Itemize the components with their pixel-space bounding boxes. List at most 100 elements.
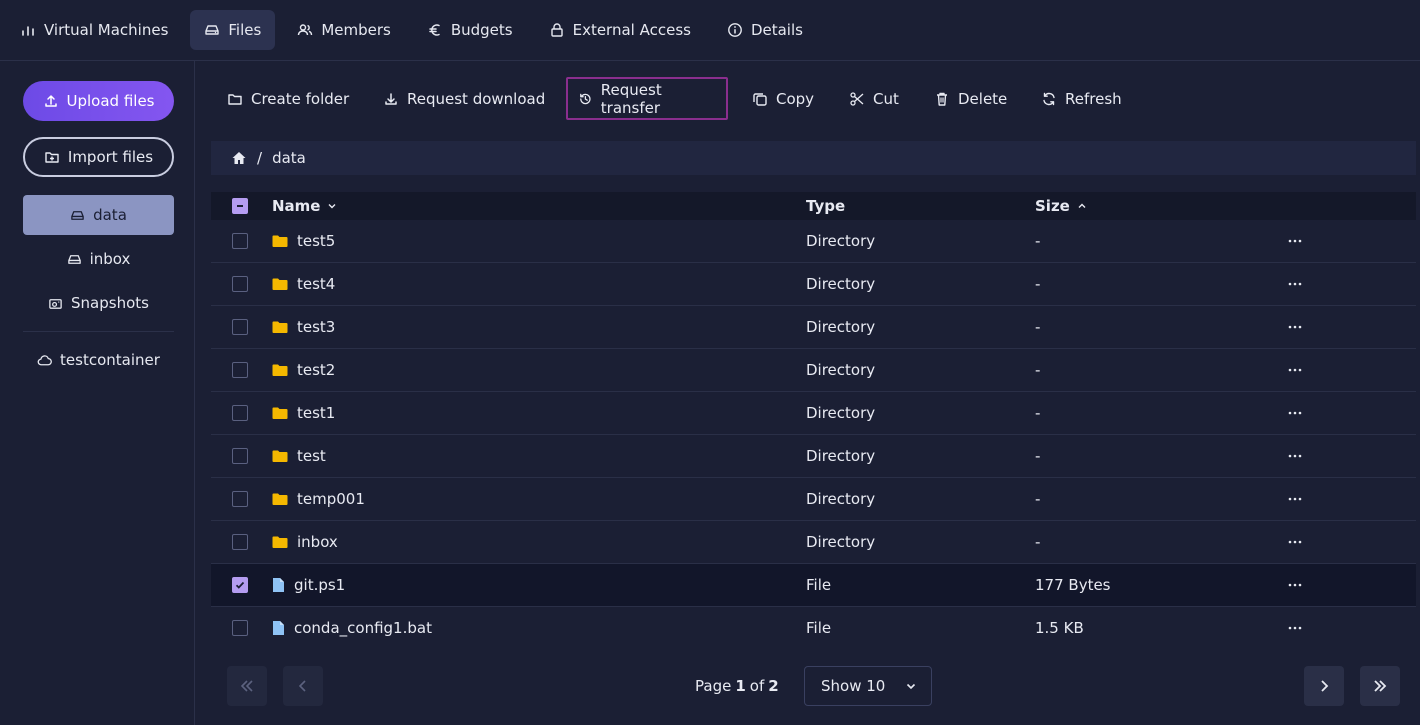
breadcrumb: / data [211,141,1416,175]
row-checkbox[interactable] [232,405,248,421]
row-checkbox[interactable] [232,276,248,292]
import-files-label: Import files [67,148,154,166]
row-name-cell[interactable]: test2 [272,349,335,391]
tab-details[interactable]: Details [713,10,817,50]
page-indicator: Page 1 of 2 [695,666,779,706]
table-row[interactable]: git.ps1 File 177 Bytes [211,564,1416,607]
row-size-cell: - [1035,478,1040,520]
select-all-checkbox[interactable] [232,198,248,214]
chevron-left-icon [298,680,306,692]
sidebar-item-data[interactable]: data [23,195,174,235]
tab-budgets[interactable]: Budgets [413,10,527,50]
row-checkbox[interactable] [232,534,248,550]
row-size: - [1035,361,1041,379]
row-more-button[interactable] [1287,349,1303,391]
drive-icon [71,210,84,220]
table-row[interactable]: conda_config1.bat File 1.5 KB [211,607,1416,650]
next-page-button[interactable] [1304,666,1344,706]
tab-external-access[interactable]: External Access [535,10,705,50]
table-row[interactable]: temp001 Directory - [211,478,1416,521]
row-name: test [297,447,326,465]
row-name-cell[interactable]: git.ps1 [272,564,345,606]
copy-label: Copy [776,89,815,108]
delete-button[interactable]: Delete [924,77,1017,120]
page-size-select[interactable]: Show 10 [804,666,932,706]
row-name-cell[interactable]: test4 [272,263,335,305]
row-more-button[interactable] [1287,263,1303,305]
tab-files[interactable]: Files [190,10,276,50]
table-row[interactable]: inbox Directory - [211,521,1416,564]
column-header-name[interactable]: Name [272,192,338,220]
request-download-button[interactable]: Request download [373,77,555,120]
sidebar: Upload files Import files data inbox Sna… [0,61,195,725]
cut-button[interactable]: Cut [839,77,909,120]
row-more-button[interactable] [1287,306,1303,348]
row-name: test3 [297,318,336,336]
home-icon[interactable] [231,150,247,166]
row-checkbox[interactable] [232,362,248,378]
delete-label: Delete [958,89,1008,108]
row-more-button[interactable] [1287,521,1303,563]
column-header-size[interactable]: Size [1035,192,1088,220]
file-toolbar: Create folder Request download Request t… [211,77,1411,120]
row-size-cell: - [1035,220,1040,262]
row-name-cell[interactable]: conda_config1.bat [272,607,432,649]
row-checkbox[interactable] [232,620,248,636]
row-name-cell[interactable]: test3 [272,306,335,348]
breadcrumb-current[interactable]: data [272,149,306,167]
table-header: Name Type Size [211,192,1416,220]
row-checkbox[interactable] [232,319,248,335]
row-type: Directory [806,361,876,379]
import-icon [45,152,59,163]
request-transfer-button[interactable]: Request transfer [566,77,728,120]
table-row[interactable]: test4 Directory - [211,263,1416,306]
row-name-cell[interactable]: temp001 [272,478,365,520]
table-row[interactable]: test5 Directory - [211,220,1416,263]
more-horizontal-icon [1288,583,1302,587]
column-header-type[interactable]: Type [806,192,845,220]
last-page-button[interactable] [1360,666,1400,706]
sidebar-item-inbox[interactable]: inbox [23,239,174,279]
column-header-size-label: Size [1035,197,1070,215]
sidebar-item-snapshots[interactable]: Snapshots [23,283,174,323]
create-folder-button[interactable]: Create folder [217,77,359,120]
row-more-button[interactable] [1287,607,1303,649]
folder-icon [272,493,288,505]
row-name-cell[interactable]: test [272,435,326,477]
row-more-button[interactable] [1287,478,1303,520]
refresh-button[interactable]: Refresh [1031,77,1132,120]
tab-members[interactable]: Members [283,10,405,50]
cloud-icon [37,354,52,365]
copy-button[interactable]: Copy [742,77,824,120]
table-row[interactable]: test3 Directory - [211,306,1416,349]
table-row[interactable]: test2 Directory - [211,349,1416,392]
row-checkbox[interactable] [232,448,248,464]
history-icon [580,93,591,104]
sidebar-item-testcontainer[interactable]: testcontainer [23,340,174,380]
row-name: inbox [297,533,338,551]
refresh-label: Refresh [1065,89,1122,108]
import-files-button[interactable]: Import files [23,137,174,177]
table-row[interactable]: test Directory - [211,435,1416,478]
row-checkbox[interactable] [232,491,248,507]
row-more-button[interactable] [1287,564,1303,606]
table-row[interactable]: test1 Directory - [211,392,1416,435]
prev-page-button[interactable] [283,666,323,706]
row-name-cell[interactable]: test5 [272,220,335,262]
drive-icon [67,254,81,264]
first-page-button[interactable] [227,666,267,706]
info-icon [728,23,742,37]
upload-files-button[interactable]: Upload files [23,81,174,121]
row-name-cell[interactable]: test1 [272,392,335,434]
folder-icon [272,235,288,247]
row-size: - [1035,490,1041,508]
tab-virtual-machines[interactable]: Virtual Machines [6,10,182,50]
row-more-button[interactable] [1287,220,1303,262]
row-more-button[interactable] [1287,435,1303,477]
row-checkbox[interactable] [232,233,248,249]
row-more-button[interactable] [1287,392,1303,434]
row-checkbox[interactable] [232,577,248,593]
more-horizontal-icon [1288,411,1302,415]
chevrons-left-icon [240,680,253,692]
row-name-cell[interactable]: inbox [272,521,338,563]
